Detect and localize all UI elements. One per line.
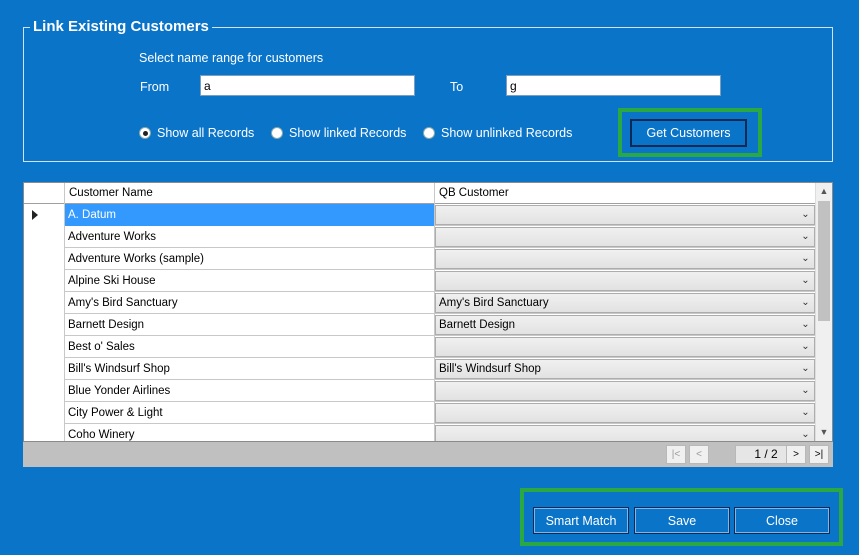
table-row[interactable]: City Power & Light ⌄ bbox=[24, 402, 817, 424]
grid-header: Customer Name QB Customer bbox=[24, 183, 817, 204]
chevron-down-icon[interactable]: ⌄ bbox=[797, 206, 814, 224]
row-indicator[interactable] bbox=[24, 270, 65, 292]
qb-customer-combobox[interactable]: ⌄ bbox=[435, 249, 815, 269]
qb-customer-combobox[interactable]: ⌄ bbox=[435, 271, 815, 291]
table-row[interactable]: Alpine Ski House ⌄ bbox=[24, 270, 817, 292]
customer-name-cell[interactable]: Adventure Works (sample) bbox=[65, 248, 435, 270]
customer-name-cell[interactable]: Best o' Sales bbox=[65, 336, 435, 358]
first-page-button[interactable]: |< bbox=[666, 445, 686, 464]
smart-match-button[interactable]: Smart Match bbox=[533, 507, 629, 534]
radio-checked-icon bbox=[139, 127, 151, 139]
chevron-down-icon[interactable]: ⌄ bbox=[797, 294, 814, 312]
row-indicator[interactable] bbox=[24, 424, 65, 441]
chevron-down-icon[interactable]: ⌄ bbox=[797, 338, 814, 356]
table-row[interactable]: Bill's Windsurf Shop Bill's Windsurf Shop… bbox=[24, 358, 817, 380]
table-row[interactable]: Adventure Works (sample) ⌄ bbox=[24, 248, 817, 270]
prev-page-button[interactable]: < bbox=[689, 445, 709, 464]
qb-customer-combobox[interactable]: Barnett Design ⌄ bbox=[435, 315, 815, 335]
qb-customer-combobox[interactable]: ⌄ bbox=[435, 337, 815, 357]
row-indicator[interactable] bbox=[24, 314, 65, 336]
radio-label: Show unlinked Records bbox=[441, 126, 573, 140]
row-indicator[interactable] bbox=[24, 204, 65, 226]
radio-unchecked-icon bbox=[271, 127, 283, 139]
radio-label: Show linked Records bbox=[289, 126, 407, 140]
qb-customer-combobox[interactable]: Bill's Windsurf Shop ⌄ bbox=[435, 359, 815, 379]
chevron-down-icon[interactable]: ⌄ bbox=[797, 404, 814, 422]
customer-name-cell[interactable]: Coho Winery bbox=[65, 424, 435, 441]
table-row[interactable]: Best o' Sales ⌄ bbox=[24, 336, 817, 358]
close-button[interactable]: Close bbox=[734, 507, 830, 534]
table-row[interactable]: Barnett Design Barnett Design ⌄ bbox=[24, 314, 817, 336]
customer-name-cell[interactable]: Blue Yonder Airlines bbox=[65, 380, 435, 402]
vertical-scrollbar[interactable]: ▲ ▼ bbox=[815, 183, 832, 441]
customer-name-cell[interactable]: City Power & Light bbox=[65, 402, 435, 424]
table-row[interactable]: Coho Winery ⌄ bbox=[24, 424, 817, 441]
to-input[interactable] bbox=[506, 75, 721, 96]
row-indicator[interactable] bbox=[24, 336, 65, 358]
customer-name-cell[interactable]: Barnett Design bbox=[65, 314, 435, 336]
row-indicator[interactable] bbox=[24, 226, 65, 248]
qb-customer-combobox[interactable]: ⌄ bbox=[435, 227, 815, 247]
chevron-down-icon[interactable]: ⌄ bbox=[797, 250, 814, 268]
table-row[interactable]: Adventure Works ⌄ bbox=[24, 226, 817, 248]
customer-name-cell[interactable]: Amy's Bird Sanctuary bbox=[65, 292, 435, 314]
column-header-customer-name[interactable]: Customer Name bbox=[65, 183, 435, 204]
qb-customer-combobox[interactable]: ⌄ bbox=[435, 381, 815, 401]
last-page-button[interactable]: >| bbox=[809, 445, 829, 464]
chevron-down-icon[interactable]: ⌄ bbox=[797, 228, 814, 246]
row-indicator[interactable] bbox=[24, 380, 65, 402]
scroll-down-icon[interactable]: ▼ bbox=[816, 424, 832, 441]
radio-unchecked-icon bbox=[423, 127, 435, 139]
chevron-down-icon[interactable]: ⌄ bbox=[797, 360, 814, 378]
get-customers-button[interactable]: Get Customers bbox=[630, 119, 747, 147]
qb-customer-combobox[interactable]: ⌄ bbox=[435, 205, 815, 225]
table-row[interactable]: Blue Yonder Airlines ⌄ bbox=[24, 380, 817, 402]
chevron-down-icon[interactable]: ⌄ bbox=[797, 316, 814, 334]
current-row-arrow-icon bbox=[32, 210, 38, 220]
radio-show-all[interactable]: Show all Records bbox=[139, 126, 254, 140]
qb-customer-value: Barnett Design bbox=[439, 319, 516, 331]
qb-customer-value: Bill's Windsurf Shop bbox=[439, 363, 541, 375]
to-label: To bbox=[450, 80, 464, 94]
customers-grid: Customer Name QB Customer A. Datum ⌄ Adven… bbox=[23, 182, 833, 442]
scroll-thumb[interactable] bbox=[818, 201, 830, 321]
customer-name-cell[interactable]: Alpine Ski House bbox=[65, 270, 435, 292]
radio-show-linked[interactable]: Show linked Records bbox=[271, 126, 406, 140]
row-header-corner bbox=[24, 183, 65, 204]
column-header-qb-customer[interactable]: QB Customer bbox=[435, 183, 817, 204]
qb-customer-combobox[interactable]: ⌄ bbox=[435, 403, 815, 423]
radio-show-unlinked[interactable]: Show unlinked Records bbox=[423, 126, 572, 140]
chevron-down-icon[interactable]: ⌄ bbox=[797, 382, 814, 400]
range-label: Select name range for customers bbox=[139, 51, 324, 65]
next-page-button[interactable]: > bbox=[786, 445, 806, 464]
from-input[interactable] bbox=[200, 75, 415, 96]
customer-name-cell[interactable]: Bill's Windsurf Shop bbox=[65, 358, 435, 380]
chevron-down-icon[interactable]: ⌄ bbox=[797, 272, 814, 290]
row-indicator[interactable] bbox=[24, 292, 65, 314]
grid-pager: |< < 1 / 2 > >| bbox=[23, 442, 833, 467]
row-indicator[interactable] bbox=[24, 248, 65, 270]
qb-customer-combobox[interactable]: ⌄ bbox=[435, 425, 815, 441]
table-row[interactable]: Amy's Bird Sanctuary Amy's Bird Sanctuary… bbox=[24, 292, 817, 314]
radio-label: Show all Records bbox=[157, 126, 255, 140]
customer-name-cell[interactable]: Adventure Works bbox=[65, 226, 435, 248]
qb-customer-value: Amy's Bird Sanctuary bbox=[439, 297, 549, 309]
grid-rows: A. Datum ⌄ Adventure Works ⌄ Adventure Works… bbox=[24, 204, 817, 441]
save-button[interactable]: Save bbox=[634, 507, 730, 534]
chevron-down-icon[interactable]: ⌄ bbox=[797, 426, 814, 441]
row-indicator[interactable] bbox=[24, 358, 65, 380]
qb-customer-combobox[interactable]: Amy's Bird Sanctuary ⌄ bbox=[435, 293, 815, 313]
customer-name-cell[interactable]: A. Datum bbox=[65, 204, 435, 226]
table-row[interactable]: A. Datum ⌄ bbox=[24, 204, 817, 226]
from-label: From bbox=[140, 80, 170, 94]
scroll-up-icon[interactable]: ▲ bbox=[816, 183, 832, 200]
group-title: Link Existing Customers bbox=[30, 18, 212, 35]
row-indicator[interactable] bbox=[24, 402, 65, 424]
